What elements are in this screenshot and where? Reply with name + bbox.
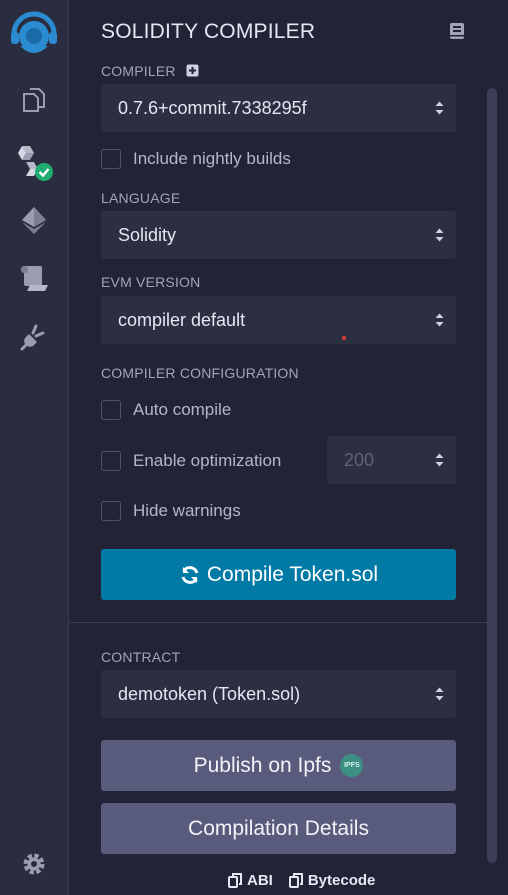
enable-optimization-row: Enable optimization	[101, 451, 281, 471]
select-arrows-icon	[435, 101, 444, 115]
compiler-version-select[interactable]: 0.7.6+commit.7338295f	[101, 84, 456, 132]
language-value: Solidity	[118, 224, 177, 245]
stepper-arrows-icon	[435, 453, 444, 467]
hide-warnings-checkbox[interactable]	[101, 501, 121, 521]
hide-warnings-row: Hide warnings	[101, 501, 241, 521]
evm-version-value: compiler default	[118, 309, 246, 330]
abi-label: ABI	[247, 872, 273, 889]
compile-button[interactable]: Compile Token.sol	[101, 549, 456, 600]
copy-abi-button[interactable]: ABI	[228, 872, 273, 889]
icon-sidebar	[0, 0, 69, 895]
publish-ipfs-label: Publish on Ipfs	[193, 753, 332, 777]
optimization-runs-input[interactable]: 200	[327, 436, 456, 484]
auto-compile-row: Auto compile	[101, 400, 231, 420]
debugger-icon[interactable]	[0, 262, 68, 294]
settings-icon[interactable]	[0, 850, 68, 878]
deploy-run-icon[interactable]	[0, 204, 68, 236]
footer-links: ABI Bytecode	[228, 872, 391, 889]
ipfs-icon: IPFS	[340, 754, 364, 777]
evm-version-label: EVM VERSION	[101, 274, 201, 290]
copy-bytecode-button[interactable]: Bytecode	[288, 872, 376, 889]
panel-title: SOLIDITY COMPILER	[101, 20, 316, 43]
compiler-version-value: 0.7.6+commit.7338295f	[118, 97, 307, 118]
include-nightly-label: Include nightly builds	[133, 149, 291, 168]
optimization-runs-value: 200	[344, 449, 375, 470]
file-explorer-icon[interactable]	[0, 84, 68, 116]
documentation-icon[interactable]	[449, 22, 465, 45]
contract-label: CONTRACT	[101, 649, 181, 665]
copy-icon	[288, 873, 303, 888]
section-divider	[69, 622, 489, 623]
select-arrows-icon	[435, 687, 444, 701]
plugin-manager-icon[interactable]	[0, 320, 68, 354]
enable-optimization-label: Enable optimization	[133, 451, 282, 470]
select-arrows-icon	[435, 228, 444, 242]
select-arrows-icon	[435, 313, 444, 327]
contract-select[interactable]: demotoken (Token.sol)	[101, 670, 456, 718]
include-nightly-row: Include nightly builds	[101, 149, 291, 169]
compile-button-label: Compile Token.sol	[206, 562, 379, 586]
add-compiler-icon[interactable]	[186, 64, 199, 80]
contract-value: demotoken (Token.sol)	[118, 683, 301, 704]
compiler-label: COMPILER	[101, 63, 199, 80]
language-label: LANGUAGE	[101, 190, 181, 206]
compilation-details-label: Compilation Details	[188, 816, 369, 840]
remix-logo-icon[interactable]	[0, 8, 68, 60]
enable-optimization-checkbox[interactable]	[101, 451, 121, 471]
compiler-configuration-label: COMPILER CONFIGURATION	[101, 365, 299, 381]
auto-compile-checkbox[interactable]	[101, 400, 121, 420]
compilation-details-button[interactable]: Compilation Details	[101, 803, 456, 854]
refresh-icon	[181, 565, 199, 584]
copy-icon	[228, 873, 242, 888]
compiler-panel: SOLIDITY COMPILER COMPILER 0.7.6+commit.…	[69, 0, 508, 895]
language-select[interactable]: Solidity	[101, 211, 456, 259]
bytecode-label: Bytecode	[307, 872, 376, 889]
scrollbar[interactable]	[487, 88, 497, 863]
auto-compile-label: Auto compile	[133, 400, 232, 419]
include-nightly-checkbox[interactable]	[101, 149, 121, 169]
solidity-compiler-icon[interactable]	[0, 142, 68, 182]
evm-version-select[interactable]: compiler default	[101, 296, 456, 344]
hide-warnings-label: Hide warnings	[133, 501, 241, 520]
cursor-dot	[342, 336, 346, 340]
publish-ipfs-button[interactable]: Publish on Ipfs IPFS	[101, 740, 456, 791]
